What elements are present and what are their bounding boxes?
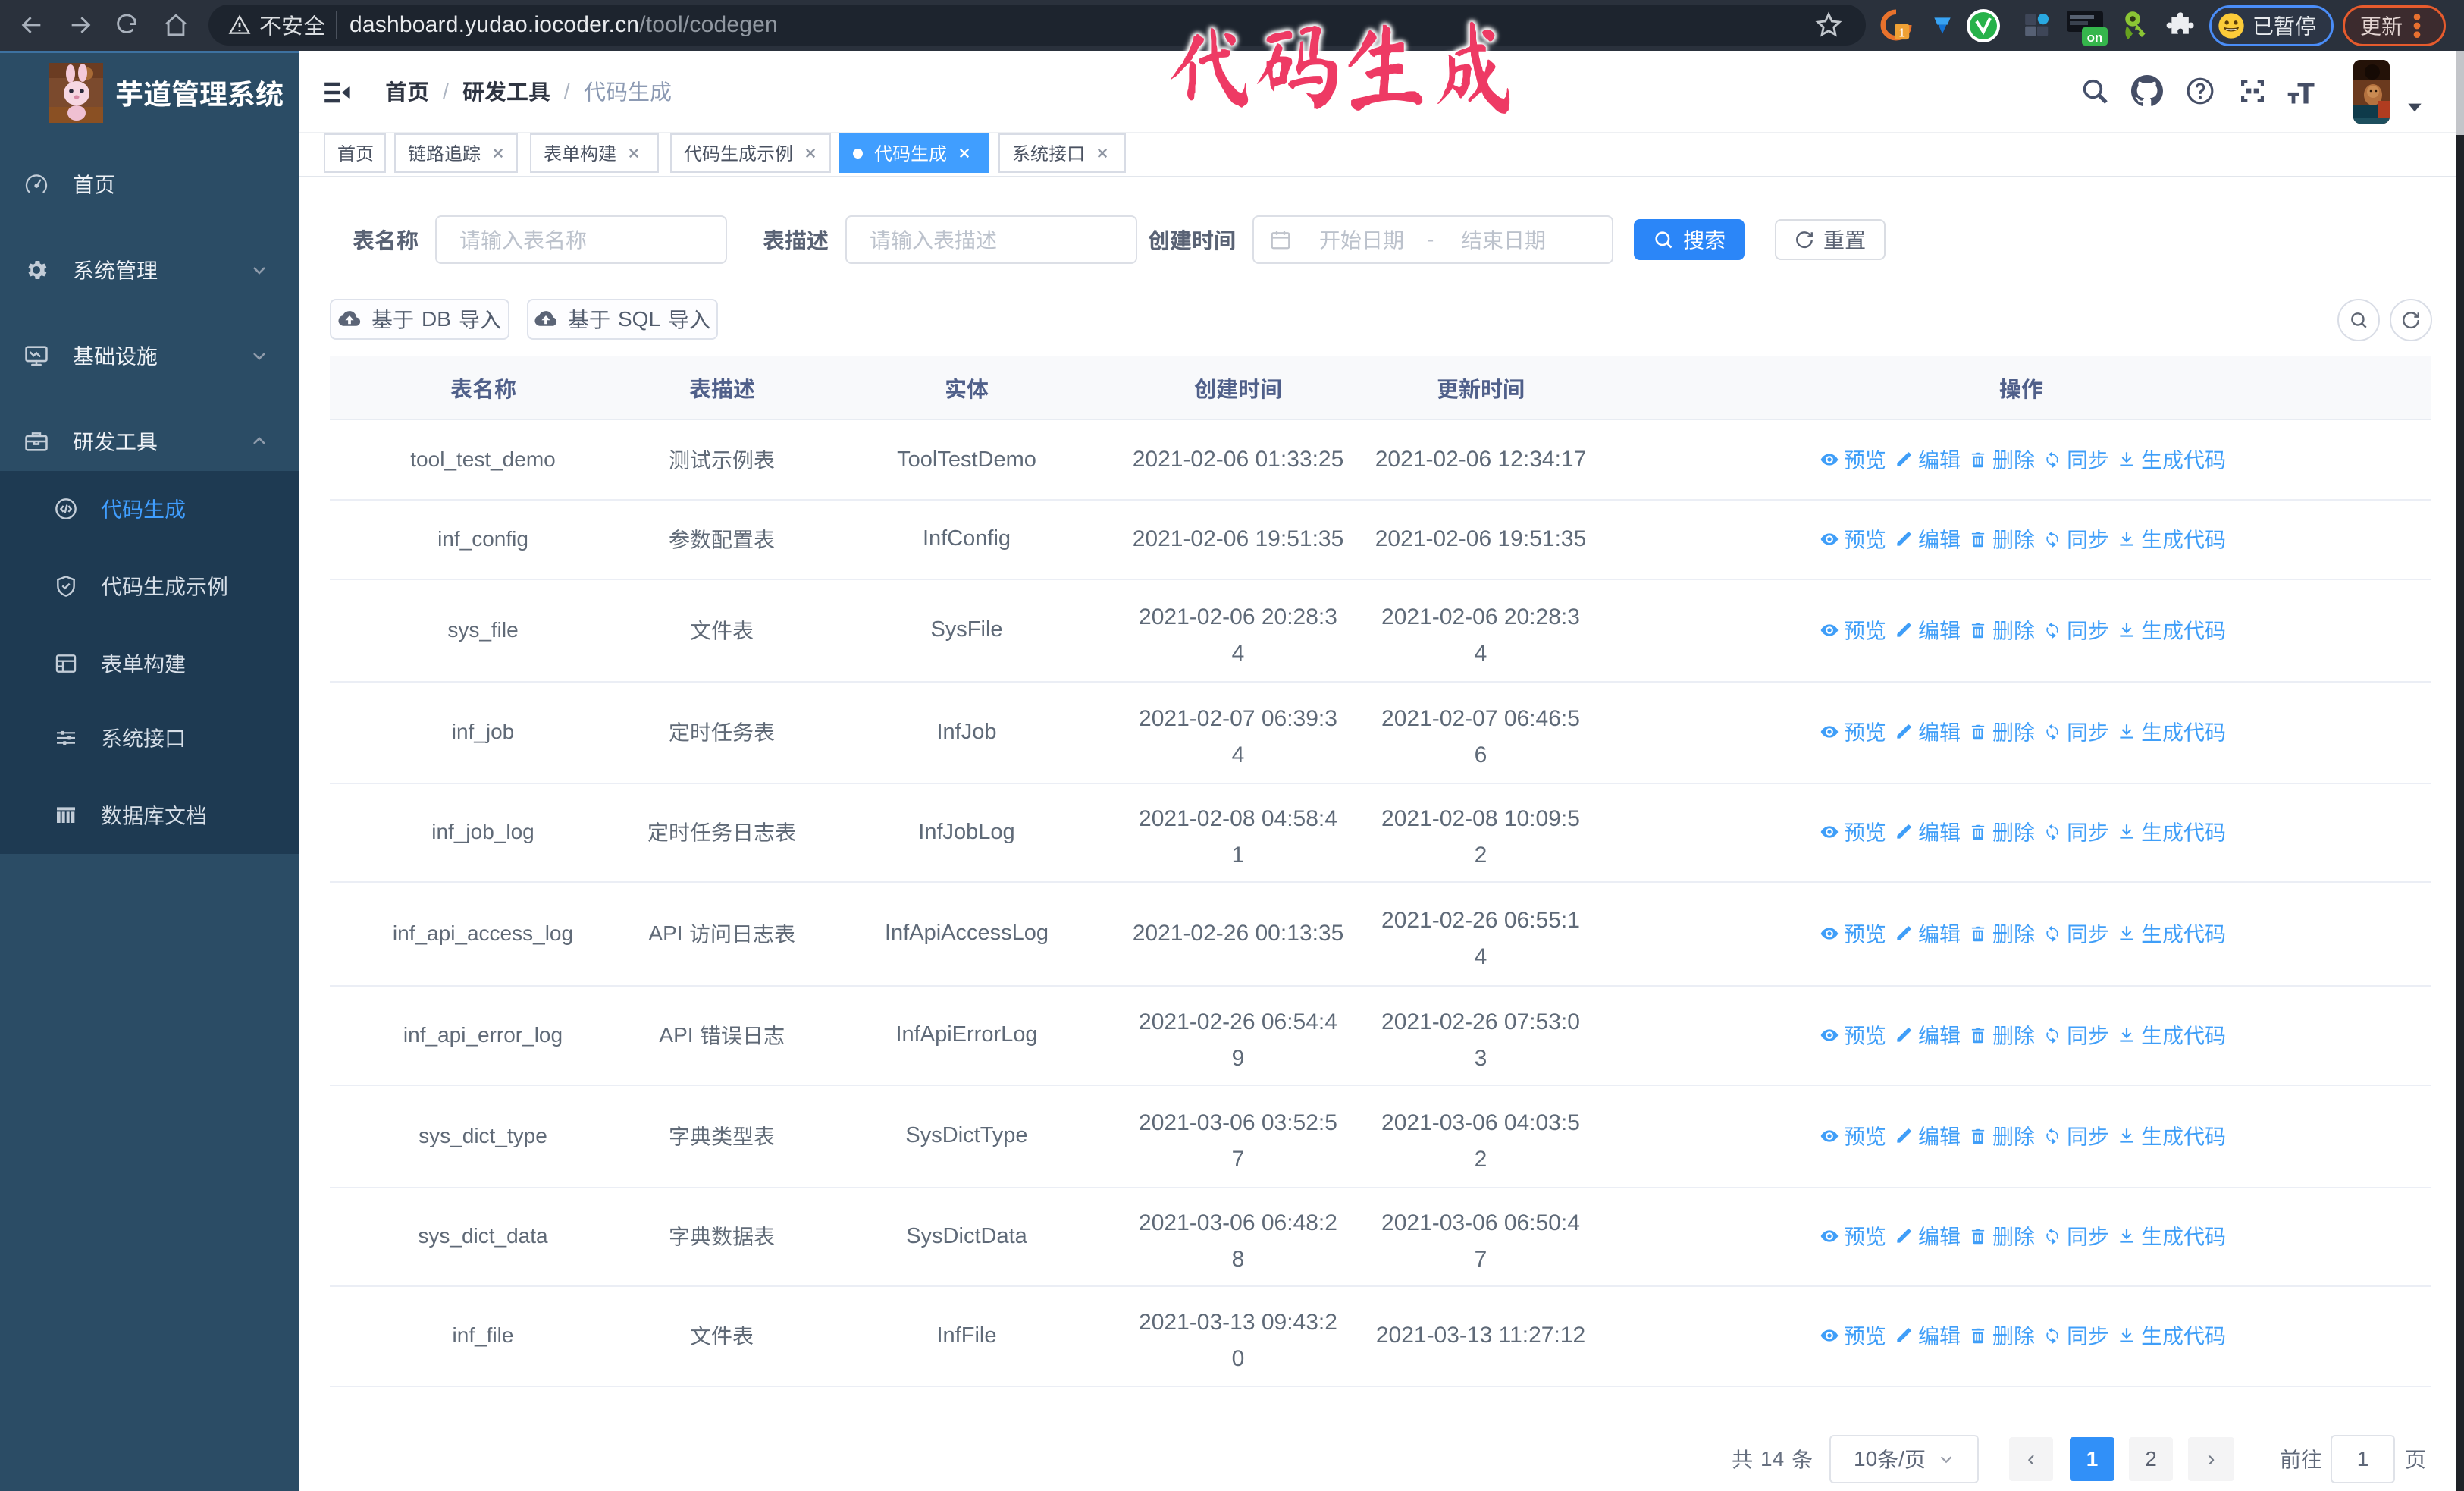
svg-text:1: 1 bbox=[1898, 27, 1905, 39]
svg-text:on: on bbox=[2087, 30, 2103, 45]
